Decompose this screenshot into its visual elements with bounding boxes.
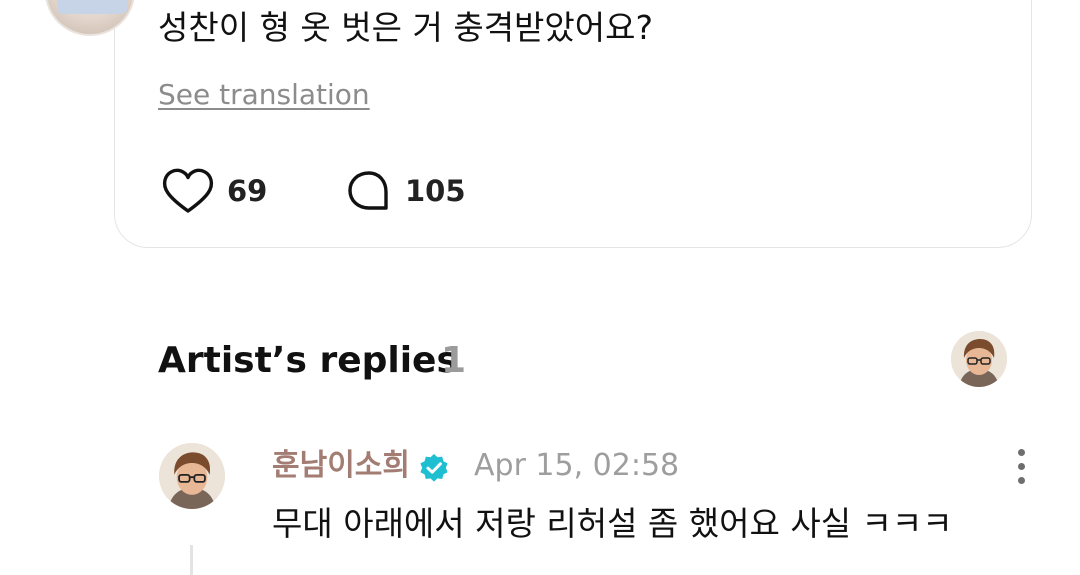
- artist-replies-title: Artist’s replies: [158, 340, 458, 381]
- more-vertical-icon[interactable]: [1006, 446, 1036, 486]
- avatar-shirt: [57, 0, 127, 14]
- reply-text: 무대 아래에서 저랑 리허설 좀 했어요 사실 ㅋㅋㅋ: [272, 504, 953, 543]
- heart-icon: [161, 166, 215, 216]
- see-translation-link[interactable]: See translation: [158, 77, 370, 113]
- comment-button[interactable]: 105: [345, 166, 466, 216]
- reply-author-name[interactable]: 훈남이소희: [272, 446, 410, 486]
- artist-replies-count: 1: [441, 340, 467, 381]
- reply-author-avatar[interactable]: [159, 443, 225, 509]
- more-dot: [1018, 463, 1025, 470]
- artist-avatar-small[interactable]: [951, 331, 1007, 387]
- post-text: 성찬이 형 옷 벗은 거 충격받았어요?: [158, 8, 654, 47]
- like-count: 69: [227, 174, 268, 208]
- more-dot: [1018, 449, 1025, 456]
- verified-badge-icon: [418, 452, 450, 484]
- more-dot: [1018, 477, 1025, 484]
- thread-line: [190, 545, 193, 575]
- like-button[interactable]: 69: [161, 166, 267, 216]
- comment-bubble-icon: [345, 167, 393, 215]
- reply-timestamp: Apr 15, 02:58: [474, 448, 680, 483]
- comment-count: 105: [405, 174, 466, 208]
